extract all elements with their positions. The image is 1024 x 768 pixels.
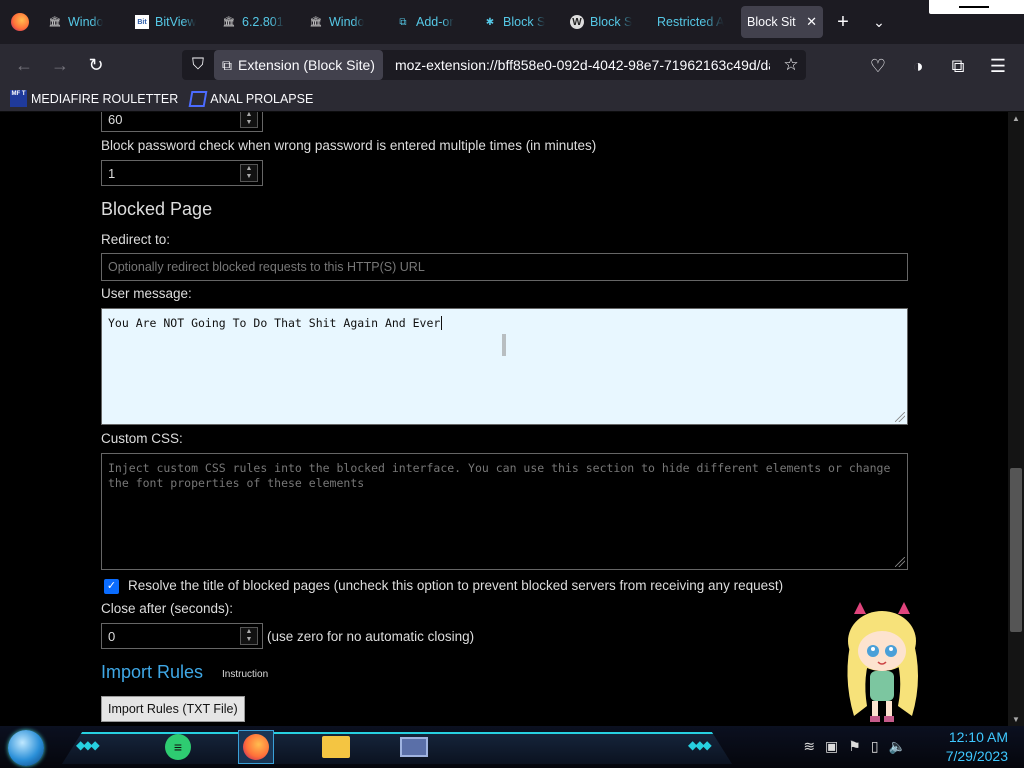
- resolve-title-checkbox[interactable]: ✓: [104, 579, 119, 594]
- scroll-down-icon[interactable]: ▼: [1012, 715, 1020, 724]
- tab-active[interactable]: Block Sit ✕: [741, 6, 823, 38]
- network-icon[interactable]: ▣: [825, 738, 838, 755]
- scroll-up-icon[interactable]: ▲: [1012, 114, 1020, 123]
- bookmark-star-icon[interactable]: ☆: [776, 55, 806, 75]
- bookmark-second[interactable]: ANAL PROLAPSE: [188, 90, 313, 107]
- close-after-hint: (use zero for no automatic closing): [267, 629, 475, 644]
- volume-icon[interactable]: 🔈: [889, 738, 906, 755]
- shield-icon[interactable]: ⛉: [182, 56, 214, 74]
- folder-icon: [322, 736, 350, 758]
- pocket-icon[interactable]: ♡: [860, 50, 896, 82]
- museum-icon: 🏛: [222, 16, 236, 28]
- decor-chevron-icon: ◆◆◆: [76, 738, 100, 752]
- spinner-icon[interactable]: ▲ ▼: [240, 627, 258, 645]
- text-caret: [441, 316, 443, 330]
- menu-icon[interactable]: ☰: [980, 50, 1016, 82]
- spinner-icon[interactable]: ▲ ▼: [240, 112, 258, 128]
- custom-css-textarea[interactable]: Inject custom CSS rules into the blocked…: [101, 453, 908, 570]
- mascot-sticker-icon: [847, 602, 918, 722]
- firefox-taskbar-icon: [243, 734, 269, 760]
- bitview-icon: Bit: [135, 15, 149, 29]
- close-after-input[interactable]: 0 ▲ ▼: [101, 623, 263, 649]
- tab-8[interactable]: Restricted A: [651, 6, 737, 38]
- puzzle-icon: ⧉: [222, 56, 232, 73]
- taskbar: ◆◆◆ ≡ ◆◆◆ ≋ ▣ ⚑ ▯ 🔈 12:10 AM 7/29/2023: [0, 726, 1024, 768]
- identity-chip[interactable]: ⧉ Extension (Block Site): [214, 50, 383, 80]
- forward-arrow-icon[interactable]: →: [42, 49, 78, 81]
- scrollbar-thumb[interactable]: [1010, 468, 1022, 632]
- tab-6[interactable]: ✱ Block S: [477, 6, 560, 38]
- window-controls[interactable]: [929, 0, 1024, 14]
- redirect-label: Redirect to:: [101, 232, 171, 247]
- window-app-icon: [400, 737, 428, 757]
- url-bar[interactable]: ⛉ ⧉ Extension (Block Site) moz-extension…: [182, 50, 806, 80]
- spinner-icon[interactable]: ▲ ▼: [240, 164, 258, 182]
- puzzle-icon: ⧉: [399, 16, 407, 28]
- w-icon: W: [570, 15, 584, 29]
- resize-grip-icon[interactable]: [895, 557, 905, 567]
- system-tray: ≋ ▣ ⚑ ▯ 🔈: [803, 738, 906, 755]
- close-after-label: Close after (seconds):: [101, 601, 234, 616]
- page-scrollbar[interactable]: ▲ ▼: [1008, 112, 1024, 726]
- number-input-top[interactable]: 60 ▲ ▼: [101, 112, 263, 132]
- ibeam-cursor-icon: [502, 334, 506, 356]
- sigma-icon: [188, 90, 208, 107]
- taskbar-app-window[interactable]: [396, 730, 432, 764]
- toolbar-right: ♡ ◑ ⧉ ☰: [860, 50, 1016, 82]
- taskbar-app-firefox[interactable]: [238, 730, 274, 764]
- power-icon[interactable]: ▯: [871, 738, 879, 755]
- tab-3[interactable]: 🏛 6.2.801: [216, 6, 299, 38]
- back-arrow-icon[interactable]: ←: [6, 49, 42, 81]
- museum-icon: 🏛: [309, 16, 323, 28]
- resolve-title-label: Resolve the title of blocked pages (unch…: [128, 578, 784, 593]
- tab-7[interactable]: W Block S: [564, 6, 647, 38]
- flag-icon[interactable]: ⚑: [848, 738, 861, 755]
- redirect-input[interactable]: Optionally redirect blocked requests to …: [101, 253, 908, 281]
- account-icon[interactable]: ◑: [900, 50, 936, 82]
- taskbar-app-notes[interactable]: ≡: [160, 730, 196, 764]
- block-password-input[interactable]: 1 ▲ ▼: [101, 160, 263, 186]
- taskbar-clock[interactable]: 12:10 AM 7/29/2023: [946, 728, 1008, 766]
- url-text[interactable]: moz-extension://bff858e0-092d-4042-98e7-…: [395, 57, 770, 73]
- museum-icon: 🏛: [48, 16, 62, 28]
- notes-app-icon: ≡: [165, 734, 191, 760]
- block-password-label: Block password check when wrong password…: [101, 138, 597, 153]
- tray-overflow-icon[interactable]: ≋: [803, 738, 815, 755]
- blocksite-icon: ✱: [485, 16, 495, 28]
- clock-time: 12:10 AM: [948, 729, 1008, 745]
- resize-grip-icon[interactable]: [895, 412, 905, 422]
- bookmarks-bar: MF T MEDIAFIRE ROULETTER ANAL PROLAPSE: [0, 86, 1024, 112]
- mediafire-icon: MF T: [10, 90, 27, 107]
- tab-2[interactable]: Bit BitView: [129, 6, 212, 38]
- tab-5[interactable]: ⧉ Add-or: [390, 6, 473, 38]
- instruction-link[interactable]: Instruction: [222, 669, 268, 680]
- start-orb-icon[interactable]: [8, 730, 44, 766]
- new-tab-button[interactable]: +: [825, 6, 861, 38]
- bookmark-mediafire[interactable]: MF T MEDIAFIRE ROULETTER: [10, 90, 178, 107]
- clock-date: 7/29/2023: [945, 748, 1008, 764]
- firefox-icon[interactable]: [0, 0, 40, 44]
- close-tab-icon[interactable]: ✕: [806, 14, 817, 30]
- custom-css-label: Custom CSS:: [101, 431, 183, 446]
- user-message-textarea[interactable]: You Are NOT Going To Do That Shit Again …: [101, 308, 908, 425]
- blocked-page-heading: Blocked Page: [101, 199, 213, 219]
- tab-list-chevron-icon[interactable]: ⌄: [861, 6, 897, 38]
- tab-1[interactable]: 🏛 Windo: [42, 6, 125, 38]
- nav-bar: ← → ↻ ⛉ ⧉ Extension (Block Site) moz-ext…: [0, 44, 1024, 86]
- reload-icon[interactable]: ↻: [78, 49, 114, 81]
- import-rules-heading: Import Rules: [101, 662, 204, 682]
- tab-4[interactable]: 🏛 Windo: [303, 6, 386, 38]
- tab-bar: 🏛 Windo Bit BitView 🏛 6.2.801 🏛 Windo ⧉ Add-o…: [0, 0, 1024, 44]
- taskbar-app-explorer[interactable]: [318, 730, 354, 764]
- user-message-label: User message:: [101, 286, 192, 301]
- decor-chevron-icon: ◆◆◆: [688, 738, 712, 752]
- extensions-icon[interactable]: ⧉: [940, 50, 976, 82]
- import-rules-button[interactable]: Import Rules (TXT File): [101, 696, 245, 722]
